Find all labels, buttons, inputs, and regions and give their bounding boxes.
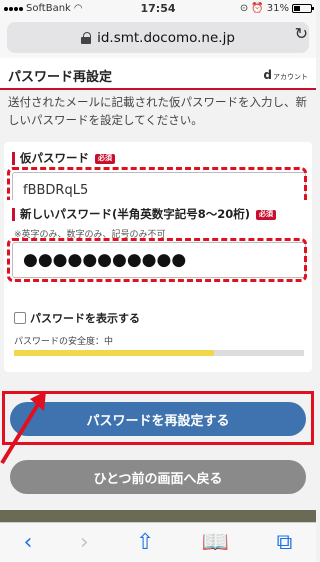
bookmarks-icon[interactable]: 📖 (202, 530, 229, 555)
page-header: パスワード再設定 dアカウント (0, 58, 316, 90)
pointer-arrow-icon (0, 391, 46, 465)
tabs-icon[interactable]: ⧉ (277, 530, 293, 555)
reload-icon[interactable]: ↻ (295, 24, 308, 43)
lock-icon (81, 31, 92, 44)
address-bar[interactable]: id.smt.docomo.ne.jp (7, 22, 309, 53)
d-account-logo: dアカウント (263, 68, 308, 82)
required-badge: 必須 (256, 210, 277, 220)
strength-label: パスワードの安全度：中 (14, 337, 114, 347)
strength-fill (14, 350, 215, 356)
battery-icon (292, 4, 314, 13)
show-password-row[interactable]: パスワードを表示する (14, 310, 140, 326)
brand-text: アカウント (273, 73, 308, 81)
url-text: id.smt.docomo.ne.jp (97, 29, 235, 46)
back-arrow-icon[interactable]: ‹ (24, 530, 33, 555)
required-badge: 必須 (95, 154, 115, 164)
browser-chrome: id.smt.docomo.ne.jp ↻ (0, 18, 316, 58)
temp-password-label: 仮パスワード 必須 (12, 152, 115, 165)
share-icon[interactable]: ⇧ (136, 530, 154, 555)
show-password-checkbox[interactable] (14, 312, 26, 324)
status-bar: SoftBank ◠ 17:54 ⊙ ⏰ 31% (0, 0, 316, 18)
forward-arrow-icon[interactable]: › (80, 530, 89, 555)
new-password-label-text: 新しいパスワード(半角英数字記号8〜20桁) (20, 207, 251, 221)
brand-mark: d (263, 68, 272, 82)
back-button[interactable]: ひとつ前の画面へ戻る (10, 460, 306, 494)
browser-toolbar: ‹ › ⇧ 📖 ⧉ (0, 522, 316, 562)
lock-rotation-icon: ⊙ (239, 3, 249, 14)
temp-password-label-text: 仮パスワード (20, 151, 89, 165)
new-password-highlight (7, 238, 307, 282)
intro-text: 送付されたメールに記載された仮パスワードを入力し、新しいパスワードを設定してくだ… (8, 95, 307, 127)
new-password-label: 新しいパスワード(半角英数字記号8〜20桁) 必須 (12, 207, 277, 221)
page-title: パスワード再設定 (8, 70, 113, 85)
battery-percent: 31% (266, 3, 289, 14)
show-password-label: パスワードを表示する (30, 312, 140, 325)
alarm-icon: ⏰ (251, 3, 264, 14)
strength-bar (14, 350, 304, 356)
